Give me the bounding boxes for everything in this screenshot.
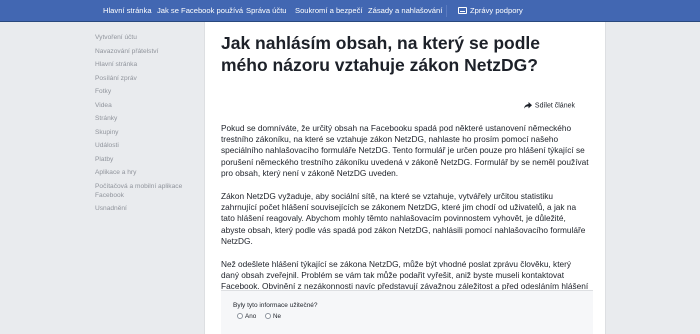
sidebar-item-creating-account[interactable]: Vytvoření účtu — [95, 33, 195, 42]
support-inbox-icon[interactable] — [458, 7, 467, 14]
sidebar-item-pages[interactable]: Stránky — [95, 114, 195, 123]
sidebar-item-messaging[interactable]: Posílání zpráv — [95, 74, 195, 83]
nav-privacy-safety[interactable]: Soukromí a bezpečí — [295, 0, 363, 22]
sidebar-item-desktop-mobile-apps[interactable]: Počítačová a mobilní aplikace Facebook — [95, 182, 195, 200]
nav-home[interactable]: Hlavní stránka — [103, 0, 152, 22]
sidebar-item-videos[interactable]: Videa — [95, 101, 195, 110]
sidebar-item-label: Počítačová a mobilní aplikace — [95, 182, 183, 190]
radio-circle-icon — [265, 313, 271, 320]
sidebar-item-apps-games[interactable]: Aplikace a hry — [95, 168, 195, 177]
feedback-yes-label: Ano — [245, 313, 257, 320]
share-article-button[interactable]: Sdílet článek — [523, 102, 575, 110]
sidebar-item-events[interactable]: Události — [95, 141, 195, 150]
help-sidebar: Vytvoření účtu Navazování přátelství Hla… — [95, 33, 195, 218]
nav-how-to-use[interactable]: Jak se Facebook používá — [157, 0, 243, 22]
feedback-no-label: Ne — [273, 313, 282, 320]
sidebar-item-accessibility[interactable]: Usnadnění — [95, 204, 195, 213]
sidebar-item-friending[interactable]: Navazování přátelství — [95, 47, 195, 56]
nav-policies-reporting[interactable]: Zásady a nahlašování — [368, 0, 442, 22]
feedback-yes-radio[interactable]: Ano — [237, 313, 256, 320]
article-panel: Jak nahlásím obsah, na který se podle mé… — [204, 22, 606, 334]
share-arrow-icon — [523, 102, 532, 109]
feedback-question: Byly tyto informace užitečné? — [233, 302, 318, 309]
nav-account-settings[interactable]: Správa účtu — [246, 0, 287, 22]
article-paragraph-2: Zákon NetzDG vyžaduje, aby sociální sítě… — [221, 191, 586, 246]
sidebar-item-label: Facebook — [95, 191, 124, 199]
page-title: Jak nahlásím obsah, na který se podle mé… — [221, 33, 541, 75]
feedback-no-radio[interactable]: Ne — [265, 313, 281, 320]
share-article-label: Sdílet článek — [534, 102, 575, 110]
top-navigation-bar: Hlavní stránka Jak se Facebook používá S… — [0, 0, 700, 22]
nav-support-inbox[interactable]: Zprávy podpory — [470, 0, 523, 22]
sidebar-item-groups[interactable]: Skupiny — [95, 128, 195, 137]
nav-divider — [446, 5, 447, 17]
sidebar-item-home[interactable]: Hlavní stránka — [95, 60, 195, 69]
sidebar-item-payments[interactable]: Platby — [95, 155, 195, 164]
sidebar-item-photos[interactable]: Fotky — [95, 87, 195, 96]
feedback-box: Byly tyto informace užitečné? Ano Ne — [221, 290, 593, 334]
article-paragraph-1: Pokud se domníváte, že určitý obsah na F… — [221, 123, 589, 178]
radio-circle-icon — [237, 313, 243, 320]
